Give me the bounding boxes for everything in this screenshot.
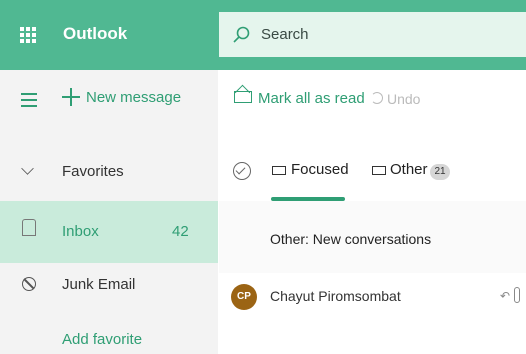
sender-name: Chayut Piromsombat [270,288,401,304]
undo-button[interactable]: Undo [387,91,420,107]
plus-icon [62,88,80,106]
search-input[interactable]: Search [261,26,309,43]
undo-icon [371,92,383,104]
chevron-down-icon[interactable] [21,162,34,175]
app-launcher-icon[interactable] [20,27,36,43]
other-count-badge: 21 [430,164,450,180]
add-favorite-link[interactable]: Add favorite [62,331,142,348]
open-envelope-icon [234,91,252,103]
other-new-conversations-banner[interactable]: Other: New conversations [219,201,526,273]
attachment-icon [514,287,520,303]
new-message-label: New message [86,88,182,106]
inbox-pivots: Focused Other 21 [219,140,526,201]
search-icon [233,26,250,43]
select-all-check-icon[interactable] [233,162,251,180]
command-bar: Mark all as read Undo [219,70,526,130]
left-navigation: New message Favorites Inbox 42 Junk Emai… [0,70,218,354]
menu-icon[interactable] [21,93,37,107]
folder-inbox[interactable]: Inbox 42 [0,201,218,263]
mark-all-read-button[interactable]: Mark all as read [258,90,365,107]
inbox-unread-count: 42 [172,223,189,240]
reply-icon: ↶ [500,289,511,303]
avatar: CP [231,284,257,310]
inbox-icon [22,219,36,236]
favorites-header[interactable]: Favorites [62,163,124,180]
tab-focused[interactable]: Focused [291,161,349,178]
inbox-label: Inbox [62,223,99,240]
new-message-button[interactable]: New message [62,88,181,106]
message-list-item[interactable]: CP Chayut Piromsombat ↶ [219,273,526,323]
folder-junk-email[interactable]: Junk Email [62,276,135,293]
other-mail-icon [372,166,386,175]
search-box[interactable]: Search [219,12,526,57]
banner-text: Other: New conversations [270,231,432,247]
focused-icon [272,166,286,175]
blocked-icon [22,277,36,291]
app-title[interactable]: Outlook [63,24,127,44]
top-bar: Outlook Search [0,0,526,70]
tab-other[interactable]: Other [390,161,428,178]
